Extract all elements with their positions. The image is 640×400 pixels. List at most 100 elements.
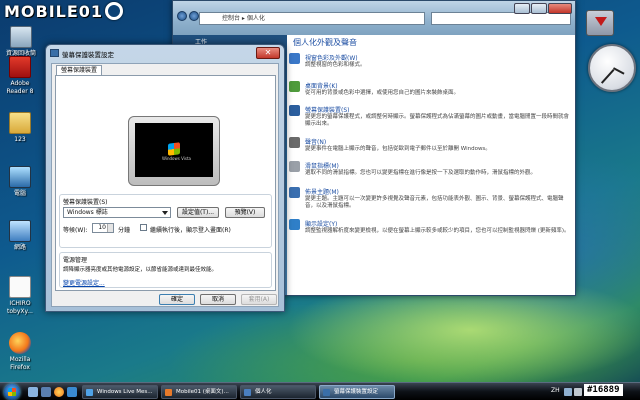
taskbar-button-mobile01[interactable]: Mobile01 (桌面文)... [161,385,237,399]
taskbar-button-label: 個人化 [255,389,272,395]
network-icon [9,220,31,242]
display-icon [323,389,330,396]
desktop-icon-network[interactable]: 網路 [0,220,40,252]
desktop-icon-computer[interactable]: 電腦 [0,166,40,198]
desktop-icon-recycle-bin[interactable]: 資源回收筒 [1,26,41,58]
desktop-icon-adobe-reader[interactable]: Adobe Reader 8 [0,56,40,96]
display-icon [50,49,59,57]
firefox-quicklaunch-icon[interactable] [54,387,64,397]
cp-item-icon [289,81,300,92]
cp-item-description: 從可用的背景或色彩中選擇，或使用您自己的圖片來裝飾桌面。 [305,90,460,96]
cp-item-title[interactable]: 桌面背景(K) [305,81,338,90]
back-arrow-icon[interactable] [177,11,187,21]
clock-gadget[interactable] [588,44,636,92]
cp-item-icon [289,105,300,116]
cp-item-title[interactable]: 視窗色彩及外觀(W) [305,53,358,62]
wait-label: 等候(W): [63,227,88,234]
screensaver-panel: Windows Vista 螢幕保護裝置(S) Windows 標誌 設定值(T… [55,75,276,291]
folder-icon [9,112,31,134]
desktop-icon-document[interactable]: ICHIRO tobyXy... [0,276,40,316]
screensaver-settings-dialog: 螢幕保護裝置設定 ✕ 螢幕保護裝置 Windows Vista 螢幕保護裝置(S… [45,44,285,312]
minimize-button[interactable] [514,3,530,14]
chevron-down-icon [162,211,168,215]
cp-item-icon [289,161,300,172]
preview-button[interactable]: 預覽(V) [225,207,265,218]
dialog-body: 螢幕保護裝置 Windows Vista 螢幕保護裝置(S) Windows 標… [51,63,279,307]
address-path: 控制台 ▸ 個人化 [222,15,265,22]
change-power-settings-link[interactable]: 變更電源設定... [63,278,105,287]
cancel-button[interactable]: 取消 [200,294,236,305]
ie-quicklaunch-icon[interactable] [67,387,77,397]
cp-item-icon [289,219,300,230]
cp-item-icon [289,137,300,148]
clock-hour-hand [613,67,625,75]
screensaver-select-value: Windows 標誌 [67,209,108,216]
screensaver-group-label: 螢幕保護裝置(S) [63,199,108,206]
image-stamp: #16889 [584,384,623,396]
desktop-icon-label: 電腦 [13,190,26,197]
desktop-icon-label: 123 [14,136,26,143]
wait-value: 10 [98,224,106,231]
settings-button[interactable]: 設定值(T)... [177,207,219,218]
resume-logon-label: 繼續執行後，顯示登入畫面(R) [150,227,231,234]
cp-item-title[interactable]: 螢幕保護裝置(S) [305,105,350,114]
start-button[interactable] [4,384,20,400]
taskbar-button-label: Mobile01 (桌面文)... [176,389,229,395]
cp-item-description: 變更事件在電腦上顯示的聲音，包括從歐到電子郵件以至於離開 Windows。 [305,146,491,152]
desktop-icon-label: Mozilla Firefox [9,356,31,371]
document-icon [9,276,31,298]
switch-windows-icon[interactable] [41,387,51,397]
watermark-logo-icon [105,2,124,20]
apply-button[interactable]: 套用(A) [241,294,277,305]
cp-item-title[interactable]: 佈景主題(M) [305,187,339,196]
recycle-bin-icon [10,26,32,48]
personalization-content: 個人化外觀及聲音 視窗色彩及外觀(W) 調整視窗的色彩和樣式。 桌面背景(K) 從可用… [287,35,575,295]
ok-button[interactable]: 確定 [159,294,195,305]
power-group-label: 電源管理 [63,257,88,264]
nav-buttons [177,11,199,21]
maximize-button[interactable] [531,3,547,14]
windows-logo-icon [8,388,16,396]
tab-screensaver[interactable]: 螢幕保護裝置 [56,65,103,75]
sidebar-toggle-gadget[interactable] [586,10,614,36]
spinner-arrows-icon[interactable] [107,224,113,232]
volume-tray-icon[interactable] [574,388,582,396]
dialog-title[interactable]: 螢幕保護裝置設定 [62,49,114,59]
taskbar-button-screensaver[interactable]: 螢幕保護裝置設定 [319,385,395,399]
cp-item-title[interactable]: 滑鼠指標(M) [305,161,339,170]
wait-minutes-stepper[interactable]: 10 [92,223,114,233]
close-button[interactable] [548,3,572,14]
cp-item-title[interactable]: 聲音(N) [305,137,326,146]
address-bar[interactable]: 控制台 ▸ 個人化 [199,12,425,25]
cp-item-icon [289,187,300,198]
taskbar-button-label: Windows Live Mes... [97,389,153,395]
window-controls [514,3,572,14]
wait-unit: 分鐘 [118,227,131,234]
monitor-preview: Windows Vista [128,116,220,186]
control-panel-icon [244,389,251,396]
show-desktop-icon[interactable] [28,387,38,397]
personalization-titlebar[interactable]: 控制台 ▸ 個人化 [173,1,575,35]
taskbar-button-personalization[interactable]: 個人化 [240,385,316,399]
desktop-icon-firefox[interactable]: Mozilla Firefox [0,332,40,372]
windows-logo-icon [168,142,180,156]
watermark-text: MOBILE01 [4,1,104,21]
power-description: 調降顯示器亮度或其他電源設定，以節省能源或達到最佳效能。 [63,267,218,273]
page-title: 個人化外觀及聲音 [293,38,357,47]
clock-minute-hand [600,69,615,84]
preview-logo-text: Windows Vista [162,156,191,161]
cp-item-title[interactable]: 顯示設定(Y) [305,219,337,228]
taskbar-button-live-messenger[interactable]: Windows Live Mes... [82,385,158,399]
forward-arrow-icon[interactable] [189,11,199,21]
adobe-reader-icon [9,56,31,78]
language-indicator[interactable]: ZH [551,387,560,394]
desktop-icon-folder-123[interactable]: 123 [0,112,40,144]
mobile01-watermark: MOBILE01 [4,1,124,21]
screensaver-select[interactable]: Windows 標誌 [63,207,171,218]
cp-item-description: 調整監視器解析度來變更檢視，以便在螢幕上顯示較多或較少的項目，您也可以控制監視器… [305,228,570,234]
close-button[interactable]: ✕ [256,47,280,59]
preview-screen: Windows Vista [135,123,213,177]
network-tray-icon[interactable] [564,388,572,396]
cp-item-description: 變更主題。主題可以一次變更許多視覺及聲音元素，包括功能表外觀、圖示、背景、螢幕保… [305,196,564,209]
resume-logon-checkbox[interactable] [140,224,147,231]
